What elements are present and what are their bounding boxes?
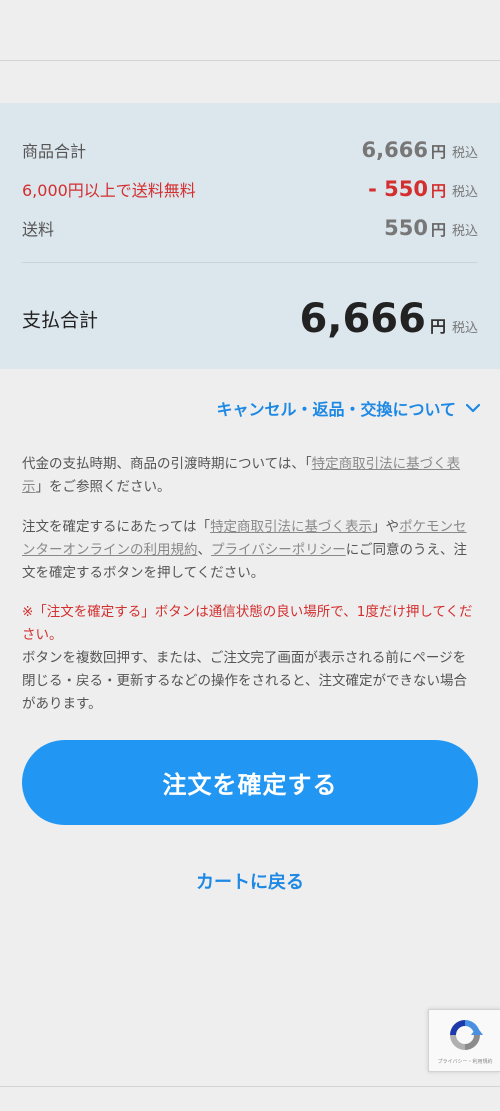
multiple-press-caution: ボタンを複数回押す、または、ご注文完了画面が表示される前にページを閉じる・戻る・… — [22, 650, 467, 712]
total-tax: 税込 — [451, 321, 478, 336]
total-amount: 6,666 — [299, 296, 426, 342]
total-label: 支払合計 — [22, 309, 99, 332]
subtotal-label: 商品合計 — [22, 142, 87, 161]
shipping-label: 送料 — [22, 220, 55, 239]
discount-label: 6,000円以上で送料無料 — [22, 181, 196, 200]
subtotal-yen: 円 — [430, 143, 446, 161]
notice-p2-text-a: 注文を確定するにあたっては「 — [22, 519, 211, 535]
press-once-warning: ※「注文を確定する」ボタンは通信状態の良い場所で、1度だけ押してください。 — [22, 604, 473, 643]
chevron-down-icon — [466, 403, 480, 413]
back-to-cart-link[interactable]: カートに戻る — [0, 868, 500, 894]
order-summary: 商品合計 6,666 円 税込 6,000円以上で送料無料 - 550 円 税込… — [0, 103, 500, 369]
discount-tax: 税込 — [451, 185, 478, 200]
summary-divider — [22, 262, 478, 263]
shipping-tax: 税込 — [451, 224, 478, 239]
shipping-yen: 円 — [430, 221, 446, 239]
shipping-value: 550 円 税込 — [384, 216, 478, 240]
discount-yen: 円 — [430, 182, 446, 200]
notice-p1-text-a: 代金の支払時期、商品の引渡時期については、「 — [22, 456, 312, 472]
payment-timing-notice: 代金の支払時期、商品の引渡時期については、「特定商取引法に基づく表示」をご参照く… — [22, 453, 478, 499]
discount-amount: - 550 — [368, 177, 428, 201]
bottom-divider — [0, 1086, 500, 1087]
summary-row-total: 支払合計 6,666 円 税込 — [22, 294, 478, 344]
accordion-label: キャンセル・返品・交換について — [216, 400, 456, 419]
subtotal-amount: 6,666 — [361, 138, 428, 162]
agreement-notice: 注文を確定するにあたっては「特定商取引法に基づく表示」やポケモンセンターオンライ… — [22, 516, 478, 585]
notice-p2-text-b: 」や — [372, 519, 400, 535]
notice-p1-text-b: 」をご参照ください。 — [35, 479, 171, 495]
cancel-return-exchange-toggle[interactable]: キャンセル・返品・交換について — [216, 394, 480, 422]
notice-p2-text-c: 、 — [197, 542, 212, 558]
confirm-order-button[interactable]: 注文を確定する — [22, 740, 478, 825]
tokusho-link-2[interactable]: 特定商取引法に基づく表示 — [210, 519, 372, 535]
total-value: 6,666 円 税込 — [299, 296, 478, 342]
order-caution-notice: ※「注文を確定する」ボタンは通信状態の良い場所で、1度だけ押してください。 ボタ… — [22, 601, 478, 716]
discount-value: - 550 円 税込 — [368, 177, 478, 201]
top-divider — [0, 60, 500, 61]
summary-row-shipping: 送料 550 円 税込 — [22, 213, 478, 243]
summary-row-subtotal: 商品合計 6,666 円 税込 — [22, 135, 478, 165]
recaptcha-icon — [450, 1020, 483, 1050]
recaptcha-privacy-terms[interactable]: プライバシー・利用規約 — [431, 1058, 499, 1065]
privacy-policy-link[interactable]: プライバシーポリシー — [211, 542, 346, 558]
subtotal-value: 6,666 円 税込 — [362, 138, 478, 162]
recaptcha-badge[interactable]: プライバシー・利用規約 — [428, 1009, 500, 1072]
shipping-amount: 550 — [384, 216, 428, 240]
subtotal-tax: 税込 — [451, 146, 478, 161]
total-yen: 円 — [429, 317, 446, 336]
summary-row-free-shipping-discount: 6,000円以上で送料無料 - 550 円 税込 — [22, 174, 478, 204]
